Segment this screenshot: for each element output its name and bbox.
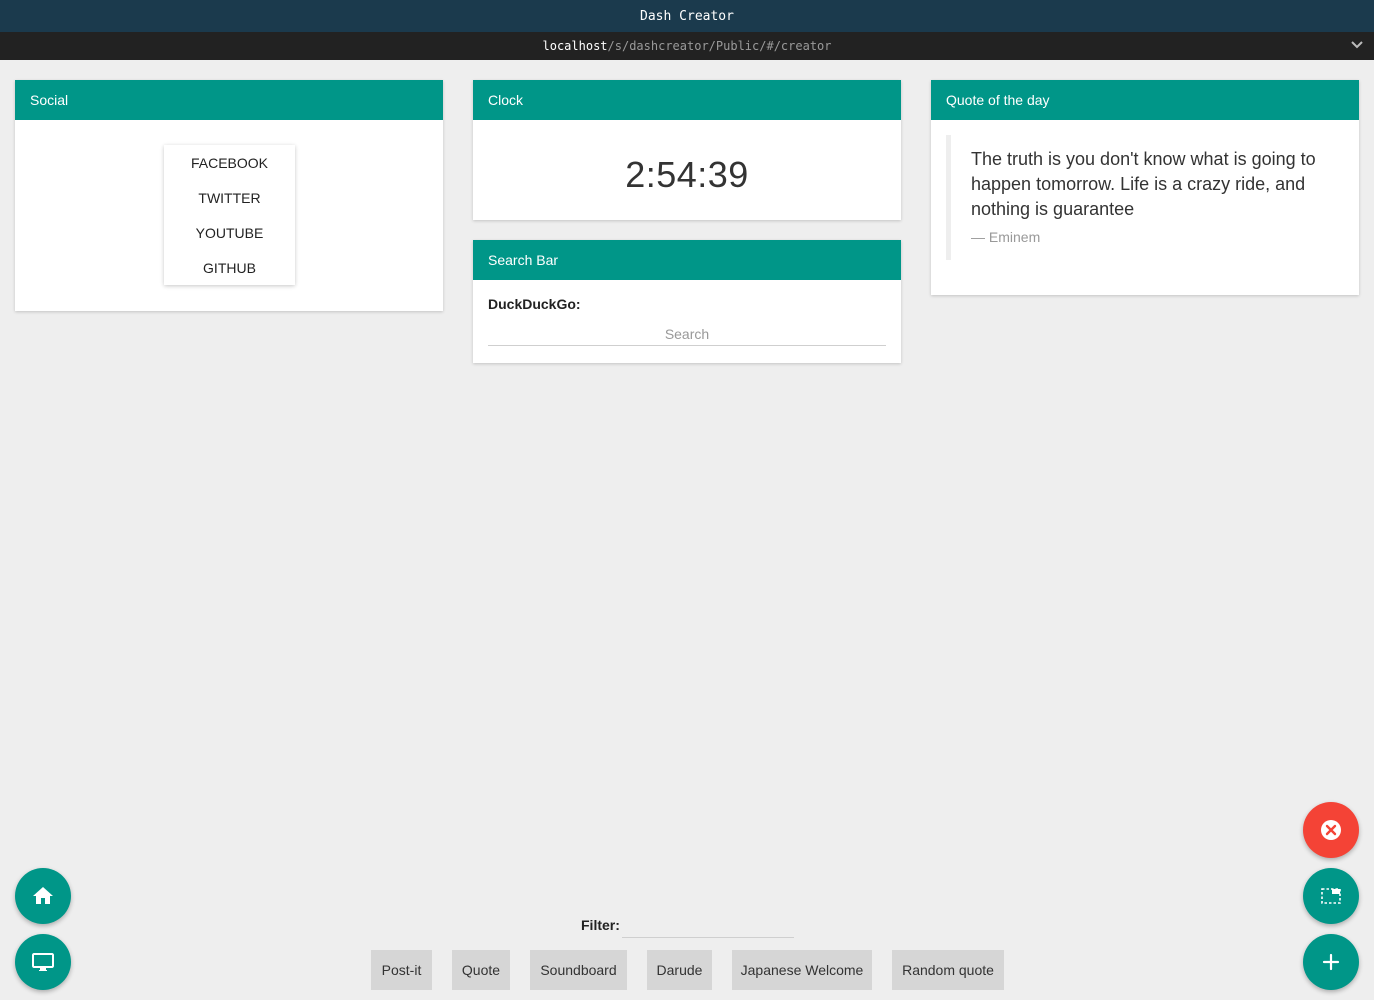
github-link[interactable]: GITHUB (164, 250, 295, 285)
youtube-link[interactable]: YOUTUBE (164, 215, 295, 250)
quote-widget-header: Quote of the day (931, 80, 1359, 120)
social-widget: Social FACEBOOK TWITTER YOUTUBE GITHUB (15, 80, 443, 311)
filter-label: Filter: (581, 917, 620, 933)
close-icon (1321, 820, 1341, 840)
close-button[interactable] (1303, 802, 1359, 858)
search-engine-label: DuckDuckGo: (488, 296, 581, 312)
add-button[interactable] (1303, 934, 1359, 990)
window-titlebar: Dash Creator (0, 0, 1374, 32)
add-darude-button[interactable]: Darude (647, 950, 712, 990)
facebook-link[interactable]: FACEBOOK (164, 145, 295, 180)
add-post-it-button[interactable]: Post-it (371, 950, 432, 990)
display-button[interactable] (15, 934, 71, 990)
add-quote-button[interactable]: Quote (452, 950, 510, 990)
add-soundboard-button[interactable]: Soundboard (530, 950, 627, 990)
home-button[interactable] (15, 868, 71, 924)
clock-widget: Clock 2:54:39 (473, 80, 901, 220)
search-widget: Search Bar DuckDuckGo: (473, 240, 901, 363)
url-path: /s/dashcreator/Public/#/creator (607, 39, 832, 53)
social-widget-header: Social (15, 80, 443, 120)
search-widget-title: Search Bar (488, 252, 559, 268)
social-widget-title: Social (30, 92, 69, 108)
search-input[interactable] (488, 322, 886, 346)
layout-button[interactable] (1303, 868, 1359, 924)
quote-author: — Eminem (971, 229, 1041, 245)
window-title: Dash Creator (640, 8, 734, 24)
clock-widget-header: Clock (473, 80, 901, 120)
quote-widget-title: Quote of the day (946, 92, 1050, 108)
search-widget-header: Search Bar (473, 240, 901, 280)
add-icon (1322, 953, 1340, 971)
clock-time: 2:54:39 (625, 154, 749, 195)
add-random-quote-button[interactable]: Random quote (892, 950, 1004, 990)
url-host: localhost (542, 39, 608, 53)
twitter-link[interactable]: TWITTER (164, 180, 295, 215)
quote-widget: Quote of the day The truth is you don't … (931, 80, 1359, 295)
layout-icon (1321, 888, 1341, 904)
chevron-down-icon[interactable] (1350, 38, 1364, 52)
social-links-list: FACEBOOK TWITTER YOUTUBE GITHUB (164, 145, 295, 285)
quote-blockquote: The truth is you don't know what is goin… (946, 135, 1344, 260)
add-japanese-welcome-button[interactable]: Japanese Welcome (732, 950, 872, 990)
monitor-icon (32, 953, 54, 971)
home-icon (33, 887, 53, 904)
clock-widget-title: Clock (488, 92, 524, 108)
address-bar[interactable]: localhost/s/dashcreator/Public/#/creator (0, 32, 1374, 60)
filter-input[interactable] (622, 914, 794, 938)
quote-text: The truth is you don't know what is goin… (971, 149, 1316, 219)
